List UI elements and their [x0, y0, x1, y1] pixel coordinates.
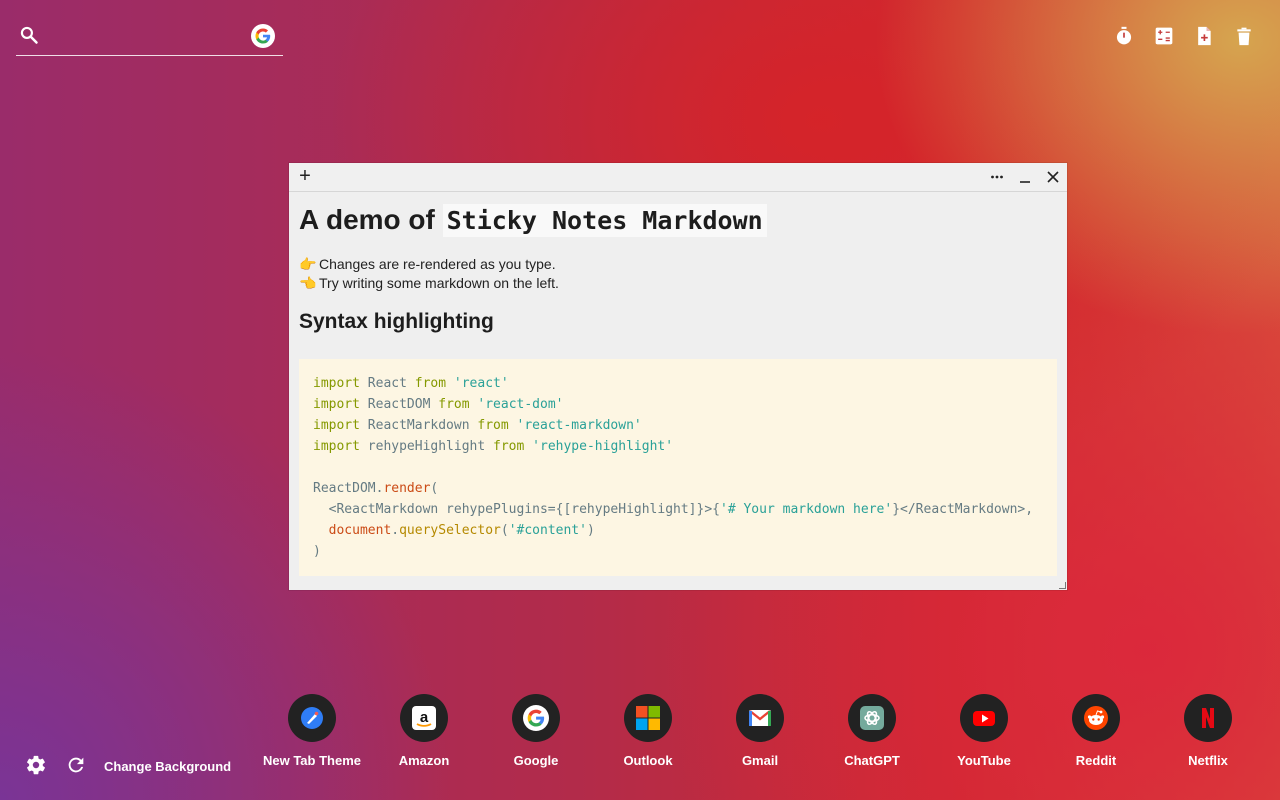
shortcuts-bar: New Tab Theme a Amazon Google Outlook Gm…	[256, 694, 1264, 768]
trash-icon[interactable]	[1232, 24, 1256, 48]
timer-icon[interactable]	[1112, 24, 1136, 48]
code-block: import React from 'react' import ReactDO…	[299, 359, 1057, 576]
shortcut-gmail[interactable]: Gmail	[704, 694, 816, 768]
gmail-icon	[736, 694, 784, 742]
refresh-icon[interactable]	[64, 753, 88, 777]
more-options-icon[interactable]	[987, 167, 1007, 187]
new-tab-theme-icon	[288, 694, 336, 742]
new-note-icon[interactable]	[1192, 24, 1216, 48]
note-intro: 👉 Changes are re-rendered as you type. 👈 T…	[299, 255, 1057, 293]
calculator-icon[interactable]	[1152, 24, 1176, 48]
note-heading: A demo of Sticky Notes Markdown	[299, 202, 1057, 239]
close-icon[interactable]	[1043, 167, 1063, 187]
svg-text:a: a	[420, 709, 429, 726]
shortcut-google[interactable]: Google	[480, 694, 592, 768]
google-icon	[512, 694, 560, 742]
outlook-icon	[624, 694, 672, 742]
shortcut-netflix[interactable]: Netflix	[1152, 694, 1264, 768]
minimize-icon[interactable]	[1015, 167, 1035, 187]
shortcut-youtube[interactable]: YouTube	[928, 694, 1040, 768]
amazon-icon: a	[400, 694, 448, 742]
pointing-left-icon: 👈	[299, 275, 317, 291]
shortcut-new-tab-theme[interactable]: New Tab Theme	[256, 694, 368, 768]
pointing-right-icon: 👉	[299, 256, 317, 272]
shortcut-amazon[interactable]: a Amazon	[368, 694, 480, 768]
youtube-icon	[960, 694, 1008, 742]
gear-icon[interactable]	[24, 753, 48, 777]
sticky-note-window: + A demo of Sticky Notes Markdown 👉 Chang…	[289, 163, 1067, 590]
change-background-button[interactable]: Change Background	[104, 759, 231, 774]
reddit-icon	[1072, 694, 1120, 742]
google-icon[interactable]	[251, 24, 275, 48]
note-title-bar: +	[289, 163, 1067, 192]
shortcut-reddit[interactable]: Reddit	[1040, 694, 1152, 768]
netflix-icon	[1184, 694, 1232, 742]
chatgpt-icon	[848, 694, 896, 742]
section-heading: Syntax highlighting	[299, 310, 494, 333]
heading-inline-code: Sticky Notes Markdown	[442, 204, 767, 237]
intro-line: 👉 Changes are re-rendered as you type.	[299, 256, 556, 272]
add-note-button[interactable]: +	[295, 166, 315, 187]
note-content[interactable]: A demo of Sticky Notes Markdown 👉 Changes…	[289, 202, 1067, 576]
shortcut-chatgpt[interactable]: ChatGPT	[816, 694, 928, 768]
top-toolbar	[1112, 24, 1256, 48]
search-input[interactable]	[50, 24, 244, 50]
search-bar	[16, 18, 283, 56]
shortcut-outlook[interactable]: Outlook	[592, 694, 704, 768]
bottom-left-controls: Change Background	[24, 753, 231, 777]
search-icon	[19, 25, 39, 45]
resize-handle[interactable]	[1059, 582, 1066, 589]
intro-line: 👈 Try writing some markdown on the left.	[299, 275, 559, 291]
